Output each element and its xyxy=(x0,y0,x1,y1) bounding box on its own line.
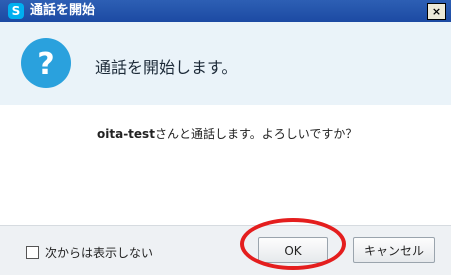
call-start-dialog: S 通話を開始 × ? 通話を開始します。 oita-testさんと通話します。… xyxy=(0,0,451,275)
dialog-header: ? 通話を開始します。 xyxy=(0,22,451,105)
highlight-circle-annotation xyxy=(240,218,346,270)
message-text: さんと通話します。よろしいですか？ xyxy=(154,127,358,141)
title-bar: S 通話を開始 × xyxy=(0,0,451,22)
dialog-heading: 通話を開始します。 xyxy=(95,58,238,77)
confirmation-message: oita-testさんと通話します。よろしいですか？ xyxy=(97,125,357,142)
svg-text:?: ? xyxy=(37,47,54,82)
contact-name: oita-test xyxy=(97,127,155,141)
cancel-button[interactable]: キャンセル xyxy=(353,237,435,263)
dialog-footer: 次からは表示しない OK キャンセル xyxy=(0,225,451,275)
dont-show-again-option[interactable]: 次からは表示しない xyxy=(26,244,153,261)
close-button[interactable]: × xyxy=(427,3,446,20)
dont-show-again-checkbox[interactable] xyxy=(26,246,39,259)
skype-icon: S xyxy=(8,3,24,19)
dialog-body: oita-testさんと通話します。よろしいですか？ xyxy=(0,105,451,225)
dont-show-again-label: 次からは表示しない xyxy=(45,246,154,260)
window-title: 通話を開始 xyxy=(30,3,96,18)
question-icon: ? xyxy=(21,38,71,88)
